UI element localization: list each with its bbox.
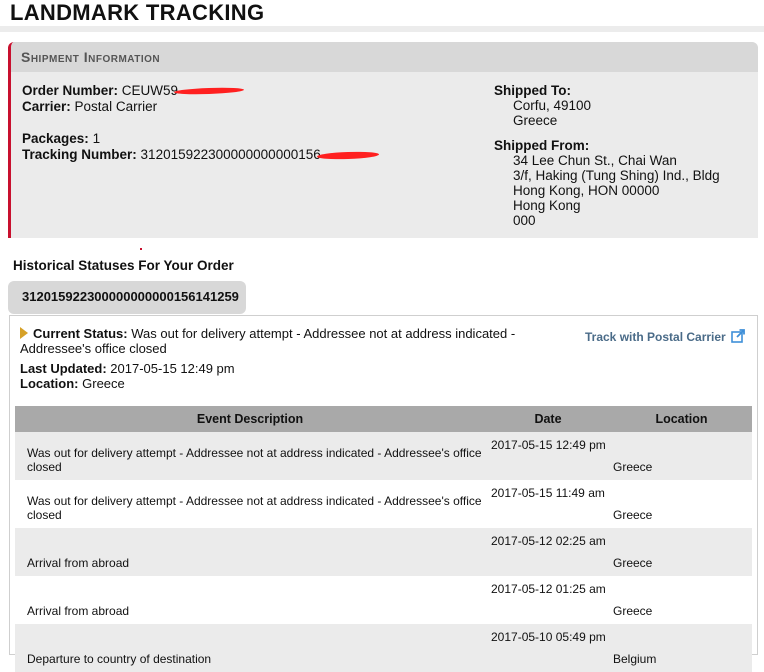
current-status-label: Current Status:: [33, 326, 128, 341]
shipped-to-line: Corfu, 49100: [513, 98, 592, 113]
column-header: Location: [611, 406, 752, 432]
carrier-label: Carrier:: [22, 99, 71, 114]
current-status-row: Current Status: Was out for delivery att…: [20, 326, 540, 356]
carrier-value: Postal Carrier: [74, 99, 158, 114]
redaction-mark: [173, 87, 245, 96]
tracking-number-label: Tracking Number:: [22, 147, 137, 162]
events-table: Event Description Date Location Was out …: [15, 406, 752, 672]
shipped-to-label: Shipped To:: [494, 83, 571, 98]
last-updated-row: Last Updated: 2017-05-15 12:49 pm: [20, 361, 540, 376]
location-label: Location:: [20, 376, 79, 391]
tracking-number-value: 312015922300000000000156: [140, 147, 321, 162]
shipped-from-line: Hong Kong: [513, 198, 581, 213]
shipped-from-line: Hong Kong, HON 00000: [513, 183, 660, 198]
column-header: Event Description: [15, 406, 485, 432]
shipped-from-line: 000: [513, 213, 536, 228]
location-value: Greece: [82, 376, 125, 391]
table-row: Departure to country of destination 2017…: [15, 624, 752, 672]
event-date: 2017-05-15 11:49 am: [485, 480, 611, 528]
table-header-row: Event Description Date Location: [15, 406, 752, 432]
table-row: Arrival from abroad 2017-05-12 02:25 am …: [15, 528, 752, 576]
event-description: Was out for delivery attempt - Addressee…: [15, 432, 485, 480]
table-row: Was out for delivery attempt - Addressee…: [15, 432, 752, 480]
table-row: Was out for delivery attempt - Addressee…: [15, 480, 752, 528]
event-location: Greece: [611, 432, 752, 480]
event-description: Departure to country of destination: [15, 624, 485, 672]
event-location: Greece: [611, 480, 752, 528]
current-status-block: Current Status: Was out for delivery att…: [20, 326, 540, 391]
event-date: 2017-05-15 12:49 pm: [485, 432, 611, 480]
event-date: 2017-05-12 01:25 am: [485, 576, 611, 624]
shipped-to: Shipped To: Corfu, 49100 Greece: [494, 83, 591, 128]
order-number-value: CEUW59: [121, 83, 179, 98]
track-link-label: Track with Postal Carrier: [585, 330, 726, 344]
track-with-carrier-link[interactable]: Track with Postal Carrier: [585, 329, 745, 344]
shipped-from-line: 3/f, Haking (Tung Shing) Ind., Bldg: [513, 168, 720, 183]
packages-row: Packages: 1: [22, 131, 100, 147]
shipped-from-line: 34 Lee Chun St., Chai Wan: [513, 153, 677, 168]
order-number-label: Order Number:: [22, 83, 119, 98]
shipped-from: Shipped From: 34 Lee Chun St., Chai Wan …: [494, 138, 720, 228]
event-description: Arrival from abroad: [15, 528, 485, 576]
tracking-number-row: Tracking Number: 31201592230000000000015…: [22, 147, 379, 163]
history-panel: Current Status: Was out for delivery att…: [9, 315, 758, 672]
last-updated-label: Last Updated:: [20, 361, 107, 376]
event-location: Greece: [611, 528, 752, 576]
tab-tracking-number[interactable]: 312015922300000000000156141259: [8, 281, 246, 314]
event-location: Greece: [611, 576, 752, 624]
shipment-info-panel: Shipment Information Order Number: CEUW5…: [8, 42, 758, 238]
event-date: 2017-05-10 05:49 pm: [485, 624, 611, 672]
external-link-icon: [731, 329, 745, 343]
page-title: LANDMARK TRACKING: [10, 0, 265, 25]
packages-label: Packages:: [22, 131, 89, 146]
event-date: 2017-05-12 02:25 am: [485, 528, 611, 576]
carrier-row: Carrier: Postal Carrier: [22, 99, 157, 115]
event-location: Belgium: [611, 624, 752, 672]
packages-value: 1: [92, 131, 101, 146]
event-description: Was out for delivery attempt - Addressee…: [15, 480, 485, 528]
history-title: Historical Statuses For Your Order: [13, 258, 234, 273]
shipment-info-header: Shipment Information: [11, 42, 758, 72]
decorative-dot: [140, 248, 142, 250]
order-number-row: Order Number: CEUW59: [22, 83, 245, 99]
column-header: Date: [485, 406, 611, 432]
table-row: Arrival from abroad 2017-05-12 01:25 am …: [15, 576, 752, 624]
status-arrow-icon: [20, 327, 28, 339]
title-divider: [0, 26, 764, 32]
redaction-mark: [316, 150, 379, 161]
shipped-from-label: Shipped From:: [494, 138, 590, 153]
event-description: Arrival from abroad: [15, 576, 485, 624]
location-row: Location: Greece: [20, 376, 540, 391]
last-updated-value: 2017-05-15 12:49 pm: [110, 361, 235, 376]
shipped-to-line: Greece: [513, 113, 558, 128]
